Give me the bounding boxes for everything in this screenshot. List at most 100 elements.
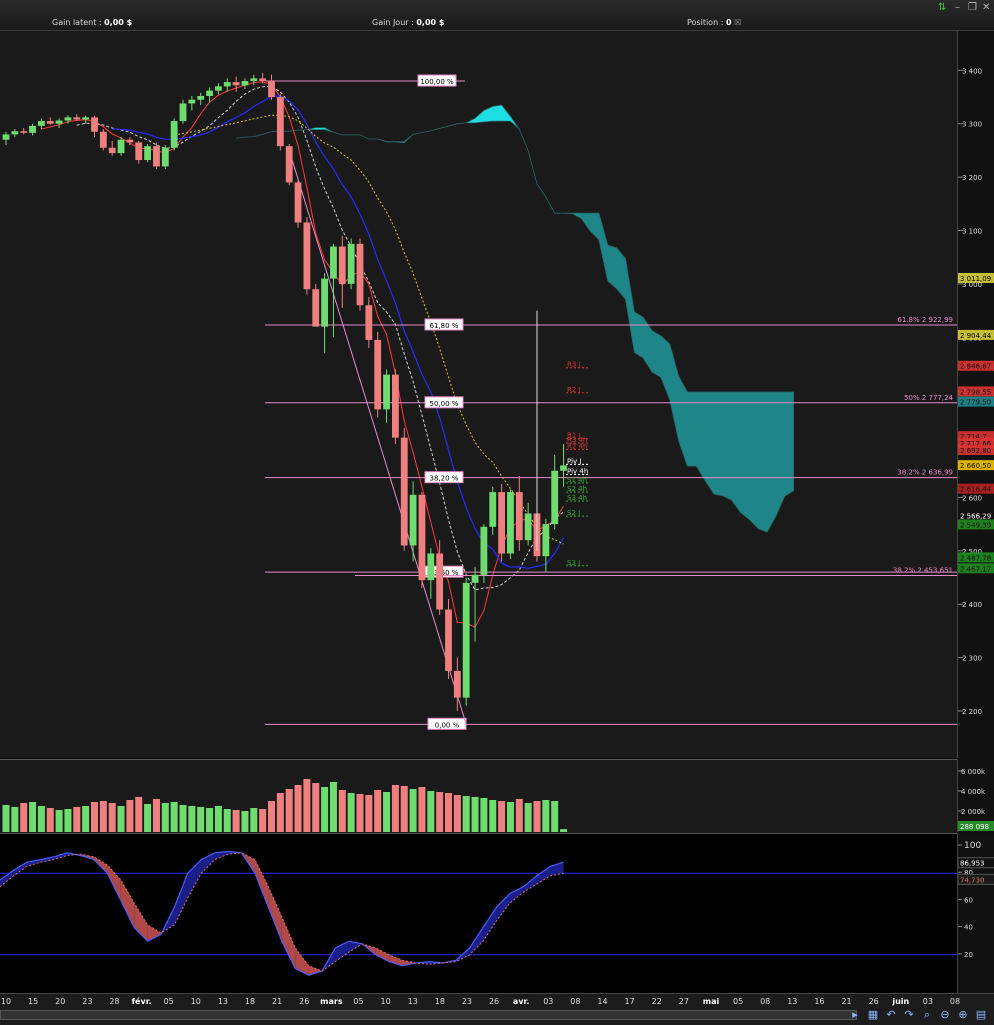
candle-body <box>82 117 90 120</box>
fib-right-label: 38.2% 2 636,99 <box>897 469 953 477</box>
gain-jour-label: Gain Jour : <box>372 18 414 27</box>
volume-bar <box>409 789 417 832</box>
candle-body <box>524 513 532 541</box>
price-tag-label: 2 616,44 <box>960 486 992 494</box>
y-tick-label: 2 400 <box>962 601 982 609</box>
candle-body <box>294 182 302 223</box>
volume-bar <box>259 809 267 832</box>
stoch-fill-segment <box>295 948 309 976</box>
position-label: Position : <box>687 18 724 27</box>
volume-bar <box>436 792 444 832</box>
volume-bar <box>347 793 355 832</box>
price-tag-label: 2 904,44 <box>960 332 992 340</box>
candle-body <box>338 246 346 284</box>
volume-bar <box>73 807 81 832</box>
candle-body <box>11 131 19 135</box>
date-tick-label: 23 <box>461 997 473 1006</box>
candle-body <box>144 146 151 161</box>
date-tick-label: mai <box>702 997 720 1006</box>
restore-icon[interactable]: ❐ <box>968 2 977 13</box>
gain-jour: Gain Jour : 0,00 $ <box>372 18 444 27</box>
calendar-icon[interactable]: ▦ <box>866 1008 880 1022</box>
candle-body <box>232 82 240 86</box>
volume-bar <box>533 801 541 832</box>
candle-body <box>321 278 328 327</box>
status-bar: Gain latent : 0,00 $ Gain Jour : 0,00 $ … <box>0 0 994 31</box>
price-axis-svg: 3 4003 3003 2003 1003 0002 9002 8002 700… <box>958 67 994 716</box>
fib-trend-line <box>288 150 467 725</box>
price-tag-label: 2 566,29 <box>960 512 991 520</box>
price-chart[interactable]: 100,00 %61,80 %50,00 %38,20 %23,60 %0,00… <box>0 31 957 758</box>
volume-bar <box>365 795 373 832</box>
stochastic-panel[interactable] <box>0 833 957 994</box>
zoom-fit-icon[interactable]: ⌕ <box>920 1008 934 1022</box>
date-axis-bar: 10 15 20 23 28 févr. 05 10 13 18 21 26 mars 05 10 13 18 2… <box>0 993 994 1025</box>
close-icon[interactable]: ✕ <box>982 2 990 13</box>
pivot-label: R2 J <box>567 386 581 394</box>
candle-body <box>427 553 435 581</box>
candle-body <box>507 492 514 554</box>
position: Position : 0 ☒ <box>687 18 741 27</box>
minimize-icon[interactable]: – <box>955 2 960 13</box>
volume-bar <box>383 792 391 832</box>
volume-bar <box>250 808 258 832</box>
volume-bar <box>294 785 302 832</box>
close-position-icon[interactable]: ☒ <box>734 18 741 27</box>
fibonacci-retracement: 100,00 %61,80 %50,00 %38,20 %23,60 %0,00… <box>265 74 957 730</box>
date-tick-label: 08 <box>760 997 771 1006</box>
candle-body <box>38 121 45 126</box>
date-tick-label: 23 <box>82 997 93 1006</box>
scroll-right-icon[interactable]: ▸ <box>848 1008 862 1022</box>
stochastic-chart[interactable] <box>0 834 957 994</box>
grid-icon[interactable]: ▤ <box>974 1008 988 1022</box>
date-tick-label: 08 <box>570 997 581 1006</box>
volume-bar <box>285 789 293 832</box>
volume-bar <box>126 800 134 832</box>
redo-icon[interactable]: ↷ <box>902 1008 916 1022</box>
sync-icon[interactable]: ⇅ <box>938 2 946 13</box>
volume-bar <box>268 801 275 832</box>
pivot-levels: R3 JR2 JR1 JR3 4hR2 4hPiv JPiv 4hS1 4hS2… <box>566 361 590 567</box>
candle-body <box>135 142 143 161</box>
date-tick-label: 18 <box>244 997 256 1006</box>
candle-body <box>356 243 364 306</box>
volume-axis-svg: 6 000k 4 000k 2 000k 288 098 <box>958 768 994 831</box>
candle-body <box>99 131 107 148</box>
horizontal-scrollbar[interactable] <box>0 1010 857 1020</box>
volume-bar <box>542 800 550 832</box>
fib-right-label: 38.2% 2 453,651 <box>893 567 953 575</box>
candle-body <box>276 97 284 147</box>
pivot-label: S1 4h <box>567 476 587 484</box>
zoom-in-icon[interactable]: ⊕ <box>956 1008 970 1022</box>
price-tag-label: 2 692,80 <box>960 447 991 455</box>
volume-bar <box>108 803 116 832</box>
volume-bar <box>506 802 514 832</box>
volume-bar <box>197 807 205 832</box>
candle-body <box>161 147 169 167</box>
price-tag-label: 2 798,55 <box>960 388 991 396</box>
candle-body <box>285 146 293 183</box>
zoom-out-icon[interactable]: ⊖ <box>938 1008 952 1022</box>
volume-panel[interactable] <box>0 759 957 833</box>
y-tick-label: 2 200 <box>962 708 982 716</box>
candle-body <box>250 78 258 82</box>
volume-bar <box>374 790 382 832</box>
y-tick-label: 3 100 <box>962 228 982 236</box>
stoch-tick-label: 100 <box>964 841 981 851</box>
gain-latent-label: Gain latent : <box>52 18 102 27</box>
candles <box>2 73 567 711</box>
volume-chart[interactable] <box>0 760 957 833</box>
volume-bar <box>303 779 311 832</box>
undo-icon[interactable]: ↶ <box>884 1008 898 1022</box>
stoch-fill-segment <box>509 886 524 904</box>
price-tag-label: 2 779,50 <box>960 399 991 407</box>
candle-body <box>20 131 28 133</box>
volume-bar <box>329 782 337 832</box>
date-tick-label: mars <box>320 997 343 1006</box>
ichimoku-cloud <box>236 104 794 533</box>
price-panel[interactable]: 100,00 % 61,80 % 50,00 % 38,20 % 23,60 % 0,00… <box>0 31 957 758</box>
stochastic-axis: 100 80 60 40 20 86,953 74,730 <box>957 833 994 993</box>
volume-bar <box>144 804 152 832</box>
price-axis[interactable]: 3 4003 3003 2003 1003 0002 9002 8002 700… <box>957 31 994 758</box>
candle-body <box>383 374 390 410</box>
